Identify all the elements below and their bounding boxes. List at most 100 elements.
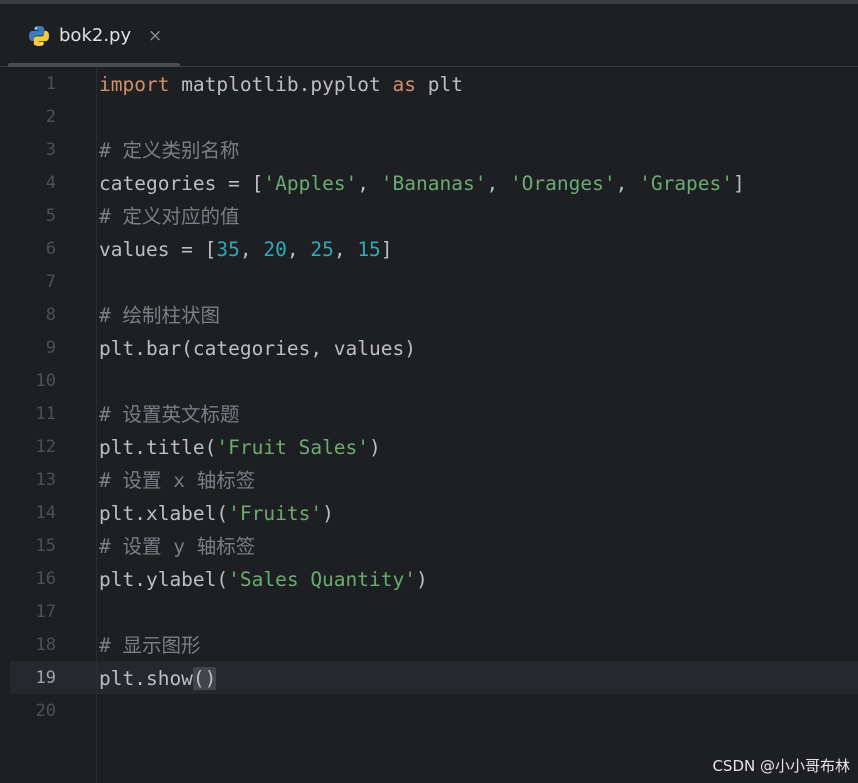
code-line[interactable]: 20 (0, 695, 858, 728)
line-number: 5 (45, 206, 56, 226)
line-number: 13 (35, 470, 56, 490)
line-number: 20 (35, 701, 56, 721)
code-token: ] (380, 238, 393, 261)
code-line[interactable]: 7 (0, 266, 858, 299)
code-token: 'Sales Quantity' (228, 568, 416, 591)
line-number: 4 (45, 173, 56, 193)
code-token: ) (322, 502, 334, 525)
code-line[interactable]: 5 # 定义对应的值 (0, 200, 858, 233)
code-token: plt.ylabel( (99, 568, 229, 591)
code-token: values = [ (99, 238, 217, 261)
code-line[interactable]: 3 # 定义类别名称 (0, 134, 858, 167)
tab-file-name: bok2.py (59, 25, 132, 46)
code-token: 'Fruit Sales' (216, 436, 370, 459)
code-token: as (392, 73, 416, 96)
code-token: plt.title( (99, 436, 217, 459)
code-text: # 设置英文标题 (99, 398, 239, 431)
code-text: # 设置 x 轴标签 (99, 464, 255, 497)
tab-bok2-py[interactable]: bok2.py × (8, 4, 180, 67)
code-text: plt.ylabel('Sales Quantity') (99, 563, 428, 596)
code-line[interactable]: 12 plt.title('Fruit Sales') (0, 431, 858, 464)
line-number: 7 (45, 272, 56, 292)
code-token: 'Fruits' (228, 502, 323, 525)
code-token: 'Grapes' (639, 172, 734, 195)
python-icon (29, 26, 49, 46)
code-editor[interactable]: 1 import matplotlib.pyplot as plt 2 3 # 定义类别… (0, 67, 858, 783)
line-number: 15 (35, 536, 56, 556)
code-text: plt.bar(categories, values) (99, 332, 416, 365)
code-token: plt.bar(categories, values) (99, 337, 416, 360)
code-text: # 绘制柱状图 (99, 299, 220, 332)
code-text: # 设置 y 轴标签 (99, 530, 255, 563)
code-line[interactable]: 18 # 显示图形 (0, 629, 858, 662)
code-token: ) (415, 568, 428, 591)
code-text: values = [35, 20, 25, 15] (99, 233, 393, 266)
code-token: ] (733, 172, 745, 195)
line-number: 2 (45, 107, 56, 127)
code-text: # 定义对应的值 (99, 200, 239, 233)
code-text: # 显示图形 (99, 629, 200, 662)
code-token: 15 (357, 238, 381, 261)
code-token: 'Bananas' (380, 172, 487, 195)
code-line[interactable]: 6 values = [35, 20, 25, 15] (0, 233, 858, 266)
line-number: 16 (35, 569, 56, 589)
code-line[interactable]: 16 plt.ylabel('Sales Quantity') (0, 563, 858, 596)
code-token: # 定义对应的值 (99, 205, 240, 228)
code-line[interactable]: 11 # 设置英文标题 (0, 398, 858, 431)
code-token: # 设置 y 轴标签 (99, 535, 256, 558)
code-line[interactable]: 19 plt.show() (0, 662, 858, 695)
code-token: , (615, 172, 640, 195)
line-number: 10 (35, 371, 56, 391)
code-token: , (239, 238, 264, 261)
code-line[interactable]: 8 # 绘制柱状图 (0, 299, 858, 332)
code-line[interactable]: 14 plt.xlabel('Fruits') (0, 497, 858, 530)
line-number: 14 (35, 503, 56, 523)
watermark: CSDN @小小哥布林 (712, 757, 850, 775)
code-token: import (99, 73, 170, 96)
code-token: # 设置英文标题 (99, 403, 240, 426)
code-line[interactable]: 10 (0, 365, 858, 398)
code-token: plt (416, 73, 463, 96)
code-token: , (333, 238, 358, 261)
code-text: import matplotlib.pyplot as plt (99, 68, 463, 101)
editor-tab-bar: bok2.py × (0, 4, 858, 67)
code-token: # 绘制柱状图 (99, 304, 220, 327)
code-token: # 定义类别名称 (99, 139, 240, 162)
code-token: matplotlib.pyplot (169, 73, 393, 96)
line-number: 6 (45, 239, 56, 259)
code-token: categories = [ (99, 172, 264, 195)
code-token: 25 (310, 238, 334, 261)
close-icon[interactable]: × (148, 23, 162, 49)
code-line[interactable]: 15 # 设置 y 轴标签 (0, 530, 858, 563)
code-line[interactable]: 1 import matplotlib.pyplot as plt (0, 68, 858, 101)
code-token: 'Oranges' (509, 172, 616, 195)
code-token: plt.show (99, 667, 193, 690)
code-token: , (486, 172, 510, 195)
line-number: 8 (45, 305, 56, 325)
line-number: 1 (45, 74, 56, 94)
code-text: plt.xlabel('Fruits') (99, 497, 334, 530)
code-token: 20 (263, 238, 287, 261)
code-text: # 定义类别名称 (99, 134, 239, 167)
code-token: 35 (216, 238, 240, 261)
code-line[interactable]: 9 plt.bar(categories, values) (0, 332, 858, 365)
code-token: , (357, 172, 381, 195)
line-number: 9 (45, 338, 56, 358)
line-number: 3 (45, 140, 56, 160)
code-line[interactable]: 4 categories = ['Apples', 'Bananas', 'Ora… (0, 167, 858, 200)
line-number: 19 (35, 668, 56, 688)
code-line[interactable]: 13 # 设置 x 轴标签 (0, 464, 858, 497)
code-text: plt.title('Fruit Sales') (99, 431, 381, 464)
code-token: , (286, 238, 311, 261)
code-line[interactable]: 17 (0, 596, 858, 629)
code-line[interactable]: 2 (0, 101, 858, 134)
code-token: plt.xlabel( (99, 502, 229, 525)
line-number: 17 (35, 602, 56, 622)
code-token: () (192, 667, 217, 690)
code-text: categories = ['Apples', 'Bananas', 'Oran… (99, 167, 745, 200)
line-number: 12 (35, 437, 56, 457)
code-token: 'Apples' (263, 172, 358, 195)
code-token: # 显示图形 (99, 634, 201, 657)
line-number: 18 (35, 635, 56, 655)
code-token: # 设置 x 轴标签 (99, 469, 256, 492)
